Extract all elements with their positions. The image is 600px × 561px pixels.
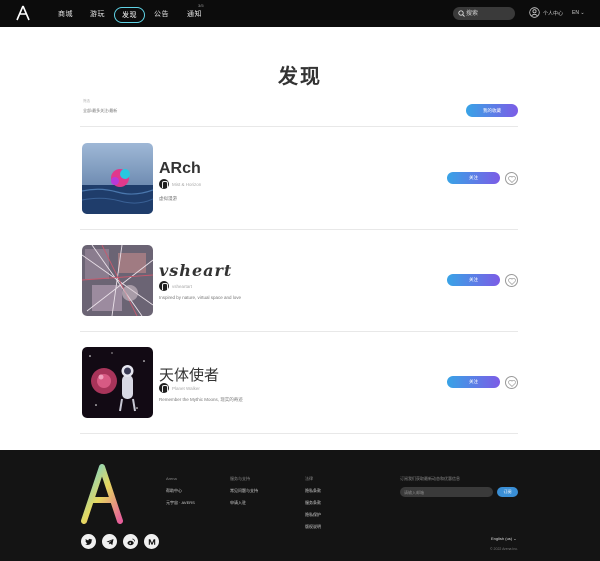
item-cover-vsheart[interactable] (82, 245, 153, 316)
heart-icon (508, 277, 516, 285)
footer-link[interactable]: 帮助中心 (166, 488, 182, 494)
medium-button[interactable] (144, 534, 159, 549)
favorite-button[interactable] (505, 376, 518, 389)
newsletter-subscribe-button[interactable]: 订阅 (497, 487, 518, 497)
heart-icon (508, 379, 516, 387)
chevron-down-icon: ⌄ (513, 536, 517, 541)
footer-col-legal: 法律 (305, 476, 313, 481)
nav-item-play[interactable]: 游玩 (90, 9, 105, 19)
twitter-button[interactable] (81, 534, 96, 549)
heart-icon (508, 175, 516, 183)
nav-item-announcements[interactable]: 公告 (154, 9, 169, 19)
divider (80, 229, 518, 230)
copyright: © 2022 Arena Inc. (490, 547, 519, 551)
weibo-button[interactable] (123, 534, 138, 549)
telegram-button[interactable] (102, 534, 117, 549)
footer-language-select[interactable]: English (us) ⌄ (491, 536, 517, 541)
footer-col-arena: Arena (166, 476, 177, 481)
divider (80, 331, 518, 332)
notification-badge: 3/5 (198, 3, 204, 8)
item-description: 虚拟漫游 (159, 196, 177, 201)
footer-link[interactable]: 隐私保护 (305, 512, 321, 518)
nav-item-shop[interactable]: 商城 (58, 9, 73, 19)
divider (80, 433, 518, 434)
item-description: Inspired by nature, virtual space and lo… (159, 295, 242, 300)
footer-col-support: 服务与支持 (230, 476, 250, 481)
footer: Arena 帮助中心 元宇宙 · AVERS 服务与支持 常见问题与支持 申请入… (0, 450, 600, 561)
footer-logo-icon[interactable] (81, 464, 123, 524)
top-navigation: 商城 游玩 发现 公告 通知 3/5 个人中心 EN ⌄ (0, 0, 600, 27)
chevron-down-icon: ⌄ (580, 10, 585, 16)
avatar (159, 281, 169, 291)
my-collection-button[interactable]: 我的收藏 (466, 104, 518, 117)
item-title[interactable]: ARch (159, 160, 201, 178)
item-description: Remember the Mythic Moons, 现实的奇迹 (159, 397, 243, 402)
item-author[interactable]: Mist & Horizon (172, 182, 201, 187)
item-title[interactable]: vsheart (159, 261, 232, 280)
search-input[interactable] (466, 7, 512, 20)
item-author[interactable]: vsheartart (172, 284, 192, 289)
item-title[interactable]: 天体使者 (159, 364, 219, 385)
nav-item-notifications[interactable]: 通知 (187, 9, 202, 19)
avatar (159, 383, 169, 393)
twitter-icon (84, 538, 92, 545)
telegram-icon (106, 538, 113, 545)
page-title: 发现 (278, 66, 322, 88)
logo-icon[interactable] (16, 5, 30, 21)
medium-icon (148, 538, 155, 545)
follow-button[interactable]: 关注 (447, 172, 500, 184)
follow-button[interactable]: 关注 (447, 274, 500, 286)
divider (80, 126, 518, 127)
footer-link[interactable]: 元宇宙 · AVERS (166, 500, 195, 506)
filter-label: 筛选 (83, 99, 90, 103)
footer-link[interactable]: 申请入驻 (230, 500, 246, 506)
footer-link[interactable]: 隐私条款 (305, 488, 321, 494)
avatar (159, 179, 169, 189)
favorite-button[interactable] (505, 274, 518, 287)
user-icon[interactable] (529, 7, 540, 18)
item-cover-celestial-messenger[interactable] (82, 347, 153, 418)
follow-button[interactable]: 关注 (447, 376, 500, 388)
weibo-icon (127, 538, 135, 545)
filter-select[interactable]: 全部/最多关注/最新 (83, 108, 117, 114)
user-center-link[interactable]: 个人中心 (543, 10, 563, 17)
language-switch[interactable]: EN ⌄ (572, 10, 585, 16)
favorite-button[interactable] (505, 172, 518, 185)
search-box[interactable] (453, 7, 515, 20)
newsletter-email-input[interactable] (400, 487, 493, 497)
footer-link[interactable]: 版权说明 (305, 524, 321, 530)
nav-item-discover[interactable]: 发现 (114, 7, 145, 23)
item-author[interactable]: Planet Walker (172, 386, 200, 391)
newsletter-label: 订阅我们获取最新动态和优惠信息 (400, 476, 460, 481)
footer-link[interactable]: 服务条款 (305, 500, 321, 506)
item-cover-arch[interactable] (82, 143, 153, 214)
footer-link[interactable]: 常见问题与支持 (230, 488, 258, 494)
search-icon (458, 10, 465, 17)
